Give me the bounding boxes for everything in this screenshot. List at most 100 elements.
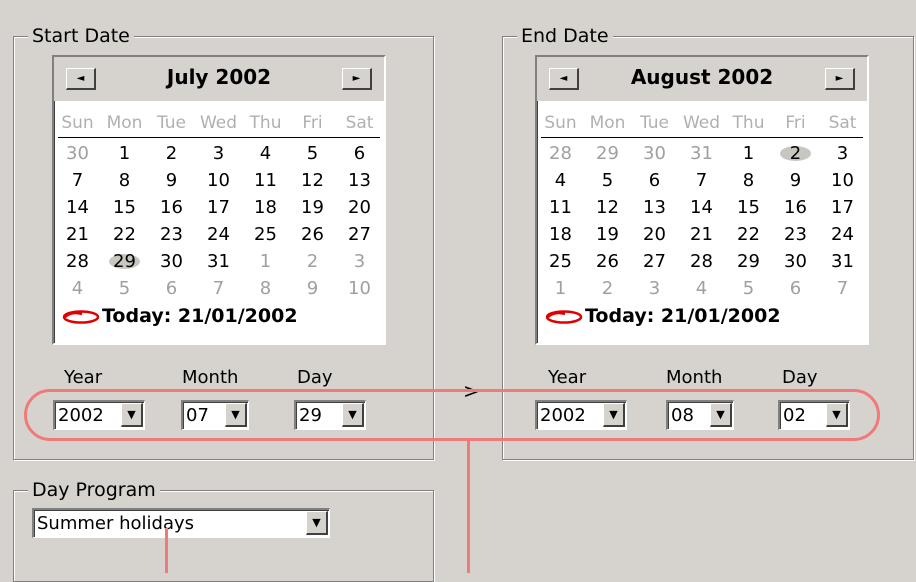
day-cell[interactable]: 4 (54, 275, 101, 302)
day-cell[interactable]: 6 (772, 275, 819, 302)
day-cell[interactable]: 21 (54, 221, 101, 248)
day-cell[interactable]: 15 (725, 194, 772, 221)
day-cell[interactable]: 19 (584, 221, 631, 248)
day-cell[interactable]: 3 (631, 275, 678, 302)
selected-day-cell[interactable]: 29 (101, 248, 148, 275)
day-cell[interactable]: 11 (242, 167, 289, 194)
day-cell[interactable]: 28 (54, 248, 101, 275)
day-cell[interactable]: 10 (195, 167, 242, 194)
day-cell[interactable]: 14 (678, 194, 725, 221)
day-cell[interactable]: 25 (242, 221, 289, 248)
day-cell[interactable]: 21 (678, 221, 725, 248)
next-month-button[interactable]: ► (825, 68, 855, 90)
day-cell[interactable]: 3 (336, 248, 383, 275)
day-cell[interactable]: 26 (584, 248, 631, 275)
day-cell[interactable]: 20 (336, 194, 383, 221)
weekday-label: Wed (199, 113, 238, 133)
day-cell[interactable]: 22 (725, 221, 772, 248)
day-cell[interactable]: 28 (678, 248, 725, 275)
day-cell[interactable]: 16 (772, 194, 819, 221)
prev-month-button[interactable]: ◄ (549, 68, 579, 90)
day-cell[interactable]: 16 (148, 194, 195, 221)
day-cell[interactable]: 8 (101, 167, 148, 194)
day-cell[interactable]: 7 (54, 167, 101, 194)
day-cell[interactable]: 31 (819, 248, 866, 275)
day-cell[interactable]: 26 (289, 221, 336, 248)
day-cell[interactable]: 13 (631, 194, 678, 221)
day-cell[interactable]: 29 (725, 248, 772, 275)
day-cell[interactable]: 1 (242, 248, 289, 275)
day-cell[interactable]: 9 (772, 167, 819, 194)
day-cell[interactable]: 13 (336, 167, 383, 194)
day-cell[interactable]: 23 (772, 221, 819, 248)
day-cell[interactable]: 12 (584, 194, 631, 221)
day-cell[interactable]: 6 (148, 275, 195, 302)
day-cell[interactable]: 5 (101, 275, 148, 302)
day-cell[interactable]: 30 (54, 140, 101, 167)
weekday-divider (58, 137, 380, 138)
today-link[interactable]: Today: 21/01/2002 (62, 305, 298, 331)
day-cell[interactable]: 1 (101, 140, 148, 167)
day-cell[interactable]: 5 (725, 275, 772, 302)
selected-day-cell[interactable]: 2 (772, 140, 819, 167)
day-cell[interactable]: 5 (584, 167, 631, 194)
day-cell[interactable]: 7 (819, 275, 866, 302)
day-cell[interactable]: 1 (537, 275, 584, 302)
day-cell[interactable]: 20 (631, 221, 678, 248)
day-cell[interactable]: 31 (195, 248, 242, 275)
today-link[interactable]: Today: 21/01/2002 (545, 305, 781, 331)
day-cell[interactable]: 27 (631, 248, 678, 275)
day-cell[interactable]: 11 (537, 194, 584, 221)
day-cell[interactable]: 19 (289, 194, 336, 221)
day-cell[interactable]: 4 (242, 140, 289, 167)
day-cell[interactable]: 29 (584, 140, 631, 167)
day-cell[interactable]: 17 (819, 194, 866, 221)
day-cell[interactable]: 30 (631, 140, 678, 167)
start-calendar[interactable]: ◄ July 2002 ► Sun Mon Tue Wed Thu Fri Sat 30 1 2… (52, 55, 386, 345)
day-cell[interactable]: 2 (289, 248, 336, 275)
day-program-select[interactable]: Summer holidays ▼ (32, 508, 330, 538)
day-cell[interactable]: 9 (148, 167, 195, 194)
day-cell[interactable]: 24 (819, 221, 866, 248)
day-cell[interactable]: 30 (148, 248, 195, 275)
weekday-label: Sat (828, 113, 857, 133)
day-cell[interactable]: 28 (537, 140, 584, 167)
day-cell[interactable]: 3 (819, 140, 866, 167)
day-program-legend: Day Program (28, 478, 160, 502)
day-cell[interactable]: 4 (678, 275, 725, 302)
day-program-value: Summer holidays (37, 513, 195, 534)
day-cell[interactable]: 1 (725, 140, 772, 167)
day-cell[interactable]: 12 (289, 167, 336, 194)
day-cell[interactable]: 25 (537, 248, 584, 275)
prev-month-button[interactable]: ◄ (66, 68, 96, 90)
day-cell[interactable]: 10 (336, 275, 383, 302)
day-cell[interactable]: 18 (537, 221, 584, 248)
day-cell[interactable]: 22 (101, 221, 148, 248)
day-cell[interactable]: 18 (242, 194, 289, 221)
day-cell[interactable]: 30 (772, 248, 819, 275)
day-cell[interactable]: 10 (819, 167, 866, 194)
day-cell[interactable]: 15 (101, 194, 148, 221)
day-cell[interactable]: 6 (631, 167, 678, 194)
day-cell[interactable]: 31 (678, 140, 725, 167)
day-cell[interactable]: 8 (725, 167, 772, 194)
next-month-button[interactable]: ► (342, 68, 372, 90)
day-cell[interactable]: 7 (195, 275, 242, 302)
day-cell[interactable]: 3 (195, 140, 242, 167)
day-cell[interactable]: 2 (584, 275, 631, 302)
end-calendar[interactable]: ◄ August 2002 ► Sun Mon Tue Wed Thu Fri Sat 28… (535, 55, 869, 345)
day-cell[interactable]: 24 (195, 221, 242, 248)
day-cell[interactable]: 8 (242, 275, 289, 302)
day-cell[interactable]: 17 (195, 194, 242, 221)
day-cell[interactable]: 6 (336, 140, 383, 167)
day-cell[interactable]: 4 (537, 167, 584, 194)
day-cell[interactable]: 7 (678, 167, 725, 194)
day-cell[interactable]: 23 (148, 221, 195, 248)
day-cell[interactable]: 5 (289, 140, 336, 167)
day-cell[interactable]: 9 (289, 275, 336, 302)
weekday-label: Mon (589, 113, 626, 133)
day-cell[interactable]: 27 (336, 221, 383, 248)
day-cell[interactable]: 2 (148, 140, 195, 167)
chevron-down-icon[interactable]: ▼ (306, 511, 328, 535)
day-cell[interactable]: 14 (54, 194, 101, 221)
